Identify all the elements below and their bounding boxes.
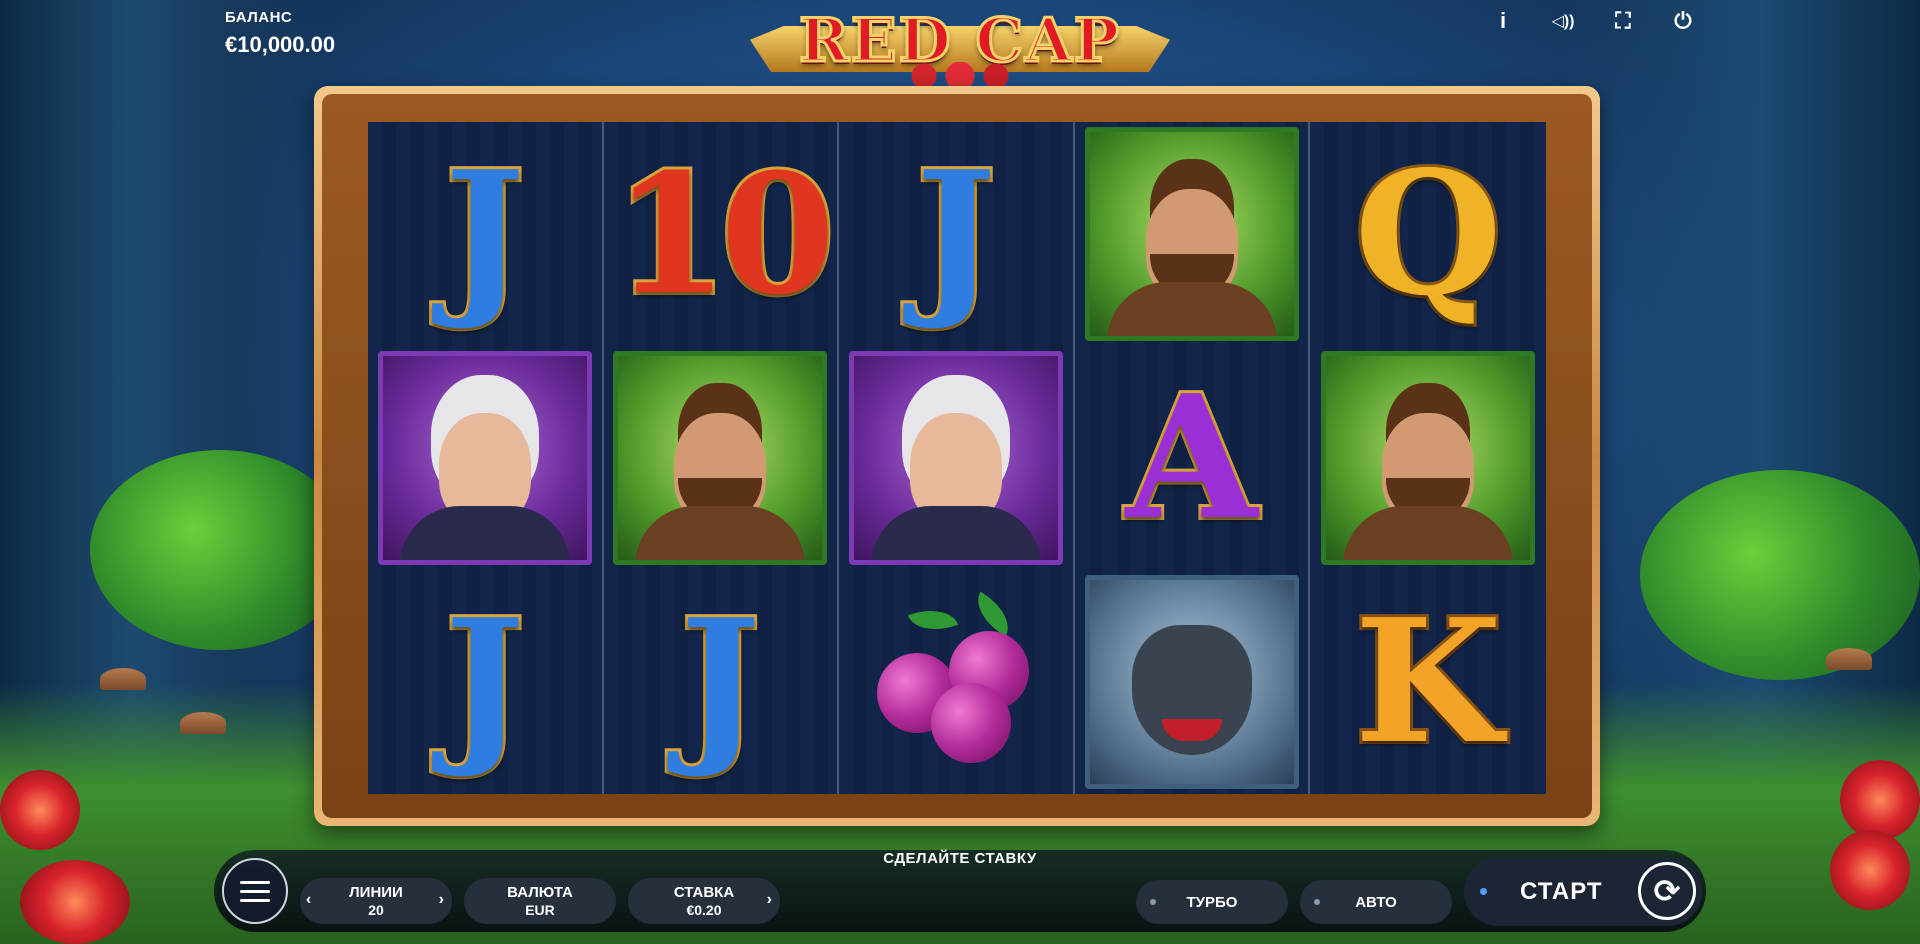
- lines-label: ЛИНИИ: [349, 883, 403, 901]
- start-button[interactable]: СТАРТ ⟳: [1464, 858, 1702, 926]
- currency-label: ВАЛЮТА: [507, 883, 573, 901]
- currency-value: EUR: [525, 901, 555, 918]
- symbol-a: A: [1123, 358, 1261, 558]
- reel-cell: A: [1075, 346, 1309, 570]
- reel-cell: [1075, 122, 1309, 346]
- game-logo: RED CAP: [750, 0, 1170, 96]
- toggle-indicator: [1314, 899, 1320, 905]
- flower-icon: [0, 770, 80, 850]
- symbol-k: K: [1351, 582, 1505, 782]
- top-toolbar: i ◁)) ⛶ ⏻: [1490, 8, 1696, 34]
- reel-cell: J: [368, 570, 602, 794]
- reel-4: A: [1074, 122, 1311, 794]
- symbol-j: J: [677, 582, 763, 782]
- reel-cell: J: [368, 122, 602, 346]
- reel-cell: K: [1310, 570, 1546, 794]
- spin-icon[interactable]: ⟳: [1638, 862, 1696, 920]
- toggle-indicator: [1150, 899, 1156, 905]
- power-icon[interactable]: ⏻: [1670, 8, 1696, 34]
- start-label: СТАРТ: [1520, 878, 1603, 905]
- menu-button[interactable]: [222, 858, 288, 924]
- chevron-left-icon[interactable]: ‹: [306, 891, 311, 909]
- hunter-portrait-icon: [1084, 127, 1299, 341]
- chevron-right-icon[interactable]: ›: [439, 891, 444, 909]
- lines-selector[interactable]: ‹ ЛИНИИ 20 ›: [300, 878, 452, 924]
- mushroom-icon: [180, 712, 226, 734]
- balance-value: €10,000.00: [225, 32, 336, 57]
- reel-1: JJ: [368, 122, 604, 794]
- reel-cell: [604, 346, 838, 570]
- reel-grid: J J 10 J J A Q K: [368, 122, 1546, 794]
- bet-value: €0.20: [686, 901, 722, 918]
- symbol-j: J: [442, 582, 528, 782]
- info-icon[interactable]: i: [1490, 8, 1516, 34]
- sound-icon[interactable]: ◁)): [1550, 8, 1576, 34]
- granny-portrait-icon: [377, 351, 592, 565]
- reel-5: QK: [1310, 122, 1546, 794]
- reel-3: J: [839, 122, 1075, 794]
- bet-selector[interactable]: СТАВКА €0.20 ›: [628, 878, 780, 924]
- reel-cell: J: [604, 570, 838, 794]
- mushroom-icon: [1826, 648, 1872, 670]
- symbol-j: J: [913, 134, 999, 334]
- balance-display: БАЛАНС €10,000.00: [225, 9, 335, 58]
- hunter-portrait-icon: [1321, 351, 1536, 565]
- reel-cell: 10: [604, 122, 839, 346]
- reel-cell: [1075, 570, 1309, 794]
- bush-left: [90, 450, 350, 650]
- turbo-label: ТУРБО: [1186, 893, 1238, 911]
- symbol-10: 10: [611, 136, 839, 331]
- berries-icon: [871, 591, 1041, 767]
- reel-cell: [1310, 346, 1546, 570]
- flower-icon: [1840, 760, 1920, 840]
- start-indicator: [1480, 888, 1487, 895]
- menu-icon: [240, 880, 270, 884]
- balance-label: БАЛАНС: [225, 9, 293, 26]
- reel-cell: [839, 570, 1073, 794]
- bush-right: [1640, 470, 1920, 680]
- turbo-toggle[interactable]: ТУРБО: [1136, 880, 1288, 924]
- wolf-portrait-icon: [1084, 575, 1299, 789]
- fullscreen-icon[interactable]: ⛶: [1610, 8, 1636, 34]
- auto-label: АВТО: [1355, 893, 1397, 911]
- tree-trunk-left: [0, 0, 330, 944]
- auto-toggle[interactable]: АВТО: [1300, 880, 1452, 924]
- tree-trunk-right: [1560, 0, 1920, 944]
- hunter-portrait-icon: [613, 351, 828, 565]
- currency-selector[interactable]: ВАЛЮТА EUR: [464, 878, 616, 924]
- reel-cell: Q: [1310, 122, 1546, 346]
- bet-label: СТАВКА: [673, 883, 735, 901]
- lines-value: 20: [368, 901, 384, 918]
- reel-cell: [839, 346, 1073, 570]
- reel-cell: [368, 346, 602, 570]
- symbol-q: Q: [1351, 134, 1505, 334]
- flower-icon: [20, 860, 130, 944]
- symbol-j: J: [442, 134, 528, 334]
- reel-2: 10 J: [603, 122, 840, 794]
- chevron-right-icon[interactable]: ›: [767, 891, 772, 909]
- granny-portrait-icon: [848, 351, 1063, 565]
- reel-cell: J: [839, 122, 1073, 346]
- menu-icon: [240, 898, 270, 902]
- mushroom-icon: [100, 668, 146, 690]
- flower-icon: [1830, 830, 1910, 910]
- menu-icon: [240, 889, 270, 893]
